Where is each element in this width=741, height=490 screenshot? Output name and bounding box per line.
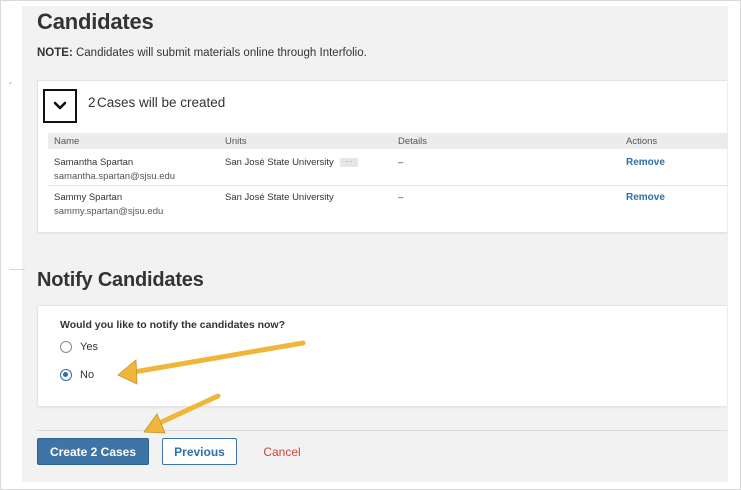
candidates-note: NOTE: Candidates will submit materials o… xyxy=(37,47,367,59)
option-yes[interactable]: Yes xyxy=(60,341,98,353)
col-actions: Actions xyxy=(626,136,658,147)
col-units: Units xyxy=(225,136,247,147)
table-row: Samantha Spartan samantha.spartan@sjsu.e… xyxy=(48,153,728,187)
row-divider xyxy=(48,185,728,186)
candidate-email: sammy.spartan@sjsu.edu xyxy=(54,206,164,217)
candidates-heading: Candidates xyxy=(37,9,154,34)
radio-yes[interactable] xyxy=(60,341,72,353)
footer-divider xyxy=(37,430,727,431)
collapse-toggle[interactable] xyxy=(43,89,77,123)
cases-count: 2 xyxy=(88,95,96,110)
col-details: Details xyxy=(398,136,428,147)
cases-table-header: Name Units Details Actions xyxy=(48,133,728,149)
option-no[interactable]: No xyxy=(60,369,94,381)
unit-name: San José State University xyxy=(225,157,334,168)
table-row: Sammy Spartan sammy.spartan@sjsu.edu San… xyxy=(48,188,728,222)
note-label: NOTE: xyxy=(37,47,73,59)
option-yes-label: Yes xyxy=(80,341,98,353)
col-name: Name xyxy=(54,136,80,147)
candidate-name: Sammy Spartan xyxy=(54,192,123,203)
details-cell: – xyxy=(398,157,404,168)
create-cases-button[interactable]: Create 2 Cases xyxy=(37,438,149,465)
edge-mark: ´ xyxy=(9,82,13,93)
candidate-email: samantha.spartan@sjsu.edu xyxy=(54,171,176,182)
candidate-name-cell: Samantha Spartan samantha.spartan@sjsu.e… xyxy=(54,157,175,182)
unit-cell: San José State University xyxy=(225,192,334,203)
left-rule xyxy=(9,269,25,270)
remove-button[interactable]: Remove xyxy=(626,157,665,168)
details-cell: – xyxy=(398,192,404,203)
notify-heading: Notify Candidates xyxy=(37,269,204,291)
candidate-name: Samantha Spartan xyxy=(54,157,134,168)
cases-card: 2 Cases will be created Name Units Detai… xyxy=(37,80,728,233)
content-panel xyxy=(22,6,728,482)
cancel-link[interactable]: Cancel xyxy=(252,438,312,465)
unit-more-badge[interactable]: ··· xyxy=(339,157,358,167)
remove-button[interactable]: Remove xyxy=(626,192,665,203)
note-text: Candidates will submit materials online … xyxy=(75,47,367,59)
candidate-name-cell: Sammy Spartan sammy.spartan@sjsu.edu xyxy=(54,192,163,217)
cases-title-text: Cases will be created xyxy=(97,95,226,110)
chevron-down-icon xyxy=(53,101,67,110)
unit-cell: San José State University ··· xyxy=(225,157,358,168)
radio-no-selected[interactable] xyxy=(60,369,72,381)
previous-button[interactable]: Previous xyxy=(162,438,237,465)
notify-question: Would you like to notify the candidates … xyxy=(60,319,285,331)
option-no-label: No xyxy=(80,369,95,381)
notify-card: Would you like to notify the candidates … xyxy=(37,305,727,407)
